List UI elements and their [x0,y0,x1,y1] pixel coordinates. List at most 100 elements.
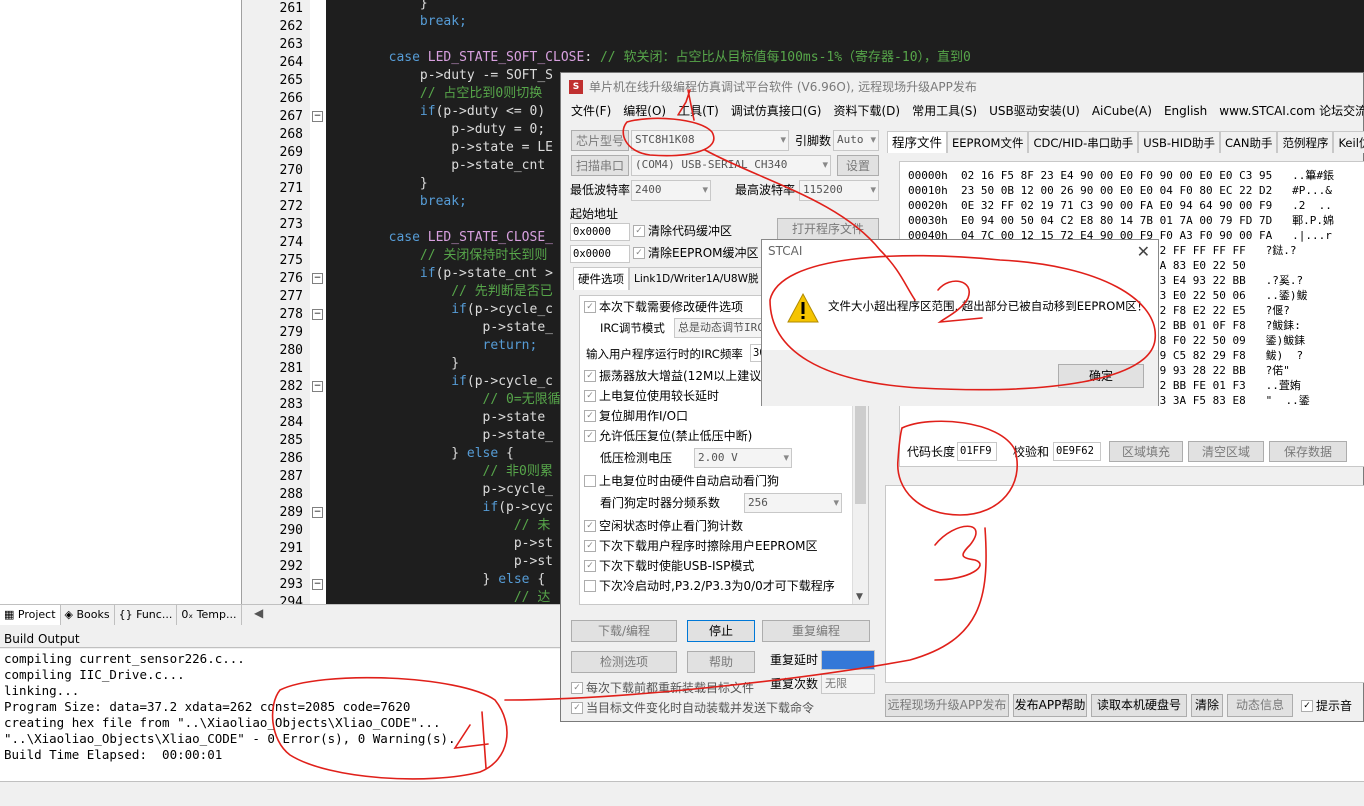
lvd-voltage-select[interactable]: 2.00 V ▾ [694,448,792,468]
open-program-file-button[interactable]: 打开程序文件 [777,218,879,240]
chevron-down-icon: ▾ [702,183,708,196]
reset-pin-io-checkbox[interactable]: ✓ 复位脚用作I/O口 [584,407,688,425]
fold-toggle-icon[interactable]: − [312,381,323,392]
remote-upgrade-button[interactable]: 远程现场升级APP发布 [885,694,1009,717]
eeprom-start-address-input[interactable]: 0x0000 [570,245,630,263]
line-number: 263 [279,37,303,52]
menu-usb-driver[interactable]: USB驱动安装(U) [983,101,1086,121]
min-baud-select[interactable]: 2400 ▾ [631,180,711,201]
fill-area-button[interactable]: 区域填充 [1109,441,1183,462]
menu-download[interactable]: 资料下载(D) [827,101,906,121]
wdt-prescaler-select[interactable]: 256 ▾ [744,493,842,513]
reload-before-download-checkbox[interactable]: ✓ 每次下载前都重新装载目标文件 [571,679,754,697]
tab-functions[interactable]: {} Func... [115,605,178,625]
port-settings-button[interactable]: 设置 [837,155,879,176]
menu-english[interactable]: English [1158,101,1213,121]
code-length-label: 代码长度 [907,445,956,459]
stop-button[interactable]: 停止 [687,620,755,642]
chevron-down-icon: ▾ [870,133,876,146]
irc-mode-label: IRC调节模式 [600,321,665,335]
menu-common-tools[interactable]: 常用工具(S) [906,101,983,121]
ok-button[interactable]: 确定 [1058,364,1144,388]
tab-project[interactable]: ▦ Project [0,605,61,625]
menu-program[interactable]: 编程(O) [617,101,672,121]
cold-start-p32-checkbox[interactable]: 下次冷启动时,P3.2/P3.3为0/0才可下载程序 [584,577,835,595]
low-voltage-reset-checkbox[interactable]: ✓ 允许低压复位(禁止低压中断) [584,427,752,445]
read-disk-id-button[interactable]: 读取本机硬盘号 [1091,694,1187,717]
tab-eeprom-file[interactable]: EEPROM文件 [947,131,1029,153]
fold-toggle-icon[interactable]: − [312,111,323,122]
code-start-address-input[interactable]: 0x0000 [570,223,630,241]
tab-keil-sim[interactable]: Keil仿真 [1333,131,1364,153]
menu-aicube[interactable]: AiCube(A) [1086,101,1158,121]
tab-link1d[interactable]: Link1D/Writer1A/U8W脱 [629,267,764,290]
clear-code-buffer-checkbox[interactable]: ✓ 清除代码缓冲区 [633,222,732,240]
max-baud-select[interactable]: 115200 ▾ [799,180,879,201]
chevron-down-icon: ▾ [833,496,839,509]
port-select[interactable]: (COM4) USB-SERIAL CH340 ▾ [631,155,831,176]
save-data-button[interactable]: 保存数据 [1269,441,1347,462]
project-panel-splitter[interactable] [242,0,250,604]
beep-checkbox[interactable]: ✓ 提示音 [1301,697,1352,715]
check-options-button[interactable]: 检测选项 [571,651,677,673]
chevron-down-icon: ▾ [780,133,786,146]
long-reset-delay-checkbox[interactable]: ✓ 上电复位使用较长延时 [584,387,719,405]
tab-templates[interactable]: 0ₓ Temp... [177,605,242,625]
build-output-title: Build Output [0,630,560,648]
reprogram-button[interactable]: 重复编程 [762,620,870,642]
fold-toggle-icon[interactable]: − [312,273,323,284]
project-icon: ▦ [4,608,18,621]
clear-button[interactable]: 清除 [1191,694,1223,717]
line-number: 283 [279,397,303,412]
menu-forum[interactable]: www.STCAI.com 论坛交流 [1213,101,1364,121]
irc-mode-select[interactable]: 总是动态调节IRC [674,318,774,338]
dynamic-info-button[interactable]: 动态信息 [1227,694,1293,717]
tab-hardware-options[interactable]: 硬件选项 [573,267,629,290]
erase-eeprom-checkbox[interactable]: ✓ 下次下载用户程序时擦除用户EEPROM区 [584,537,818,555]
tab-program-file[interactable]: 程序文件 [887,131,948,153]
repeat-delay-label: 重复延时 [770,653,819,667]
scroll-left-icon[interactable]: ◀ [254,606,263,620]
modify-hw-options-checkbox[interactable]: ✓ 本次下载需要修改硬件选项 [584,298,743,316]
line-number: 267 [279,109,303,124]
clear-area-button[interactable]: 清空区域 [1188,441,1264,462]
clear-eeprom-buffer-checkbox[interactable]: ✓ 清除EEPROM缓冲区 [633,244,759,262]
chevron-down-icon: ▾ [870,183,876,196]
repeat-delay-select[interactable]: 3 秒 [821,650,875,670]
fold-toggle-icon[interactable]: − [312,507,323,518]
osc-gain-checkbox[interactable]: ✓ 振荡器放大增益(12M以上建议选 [584,367,773,385]
tab-usb-hid[interactable]: USB-HID助手 [1138,131,1220,153]
tab-can[interactable]: CAN助手 [1219,131,1278,153]
line-number: 279 [279,325,303,340]
menu-file[interactable]: 文件(F) [565,101,617,121]
tab-examples[interactable]: 范例程序 [1277,131,1334,153]
auto-load-checkbox[interactable]: ✓ 当目标文件变化时自动装载并发送下载命令 [571,699,814,717]
help-button[interactable]: 帮助 [687,651,755,673]
fold-toggle-icon[interactable]: − [312,309,323,320]
line-number: 270 [279,163,303,178]
wdt-auto-start-checkbox[interactable]: 上电复位时由硬件自动启动看门狗 [584,472,779,490]
lvd-voltage-label: 低压检测电压 [600,451,673,465]
repeat-count-select[interactable]: 无限 [821,674,875,694]
idle-stop-wdt-checkbox[interactable]: ✓ 空闲状态时停止看门狗计数 [584,517,743,535]
close-icon[interactable]: ✕ [1137,242,1150,261]
editor-horizontal-scrollbar[interactable]: ◀ [250,604,560,622]
pin-count-select[interactable]: Auto ▾ [833,130,879,151]
menu-debug[interactable]: 调试仿真接口(G) [725,101,828,121]
publish-app-help-button[interactable]: 发布APP帮助 [1013,694,1087,717]
menu-tools[interactable]: 工具(T) [672,101,725,121]
fold-toggle-icon[interactable]: − [312,579,323,590]
line-number: 282 [279,379,303,394]
stc-menu-bar: 文件(F) 编程(O) 工具(T) 调试仿真接口(G) 资料下载(D) 常用工具… [561,101,1364,121]
usb-isp-checkbox[interactable]: ✓ 下次下载时使能USB-ISP模式 [584,557,754,575]
project-tabs: ▦ Project ◈ Books {} Func... 0ₓ Temp... [0,604,250,626]
tab-cdc-serial[interactable]: CDC/HID-串口助手 [1028,131,1139,153]
download-program-button[interactable]: 下载/编程 [571,620,677,642]
chip-model-select[interactable]: STC8H1K08 ▾ [631,130,789,151]
scroll-down-icon[interactable]: ▼ [856,592,863,602]
scan-port-button[interactable]: 扫描串口 [571,155,629,176]
tab-books[interactable]: ◈ Books [61,605,115,625]
build-output-scrollbar[interactable] [0,781,1364,806]
checkbox-box: ✓ [1301,700,1313,712]
line-number: 292 [279,559,303,574]
